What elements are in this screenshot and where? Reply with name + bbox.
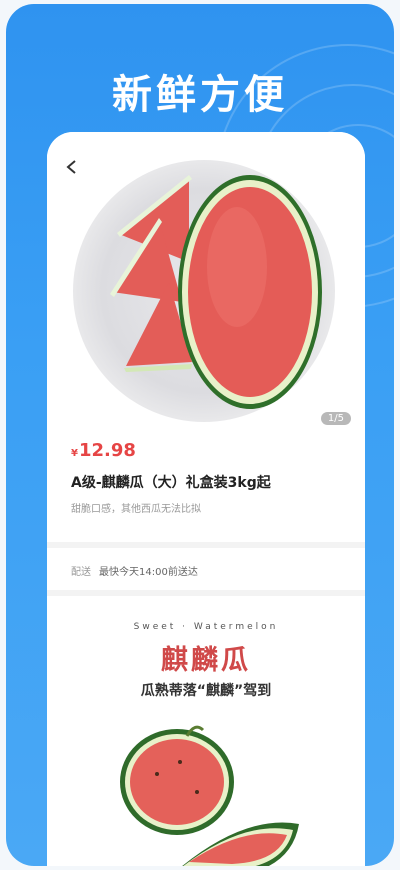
- product-image[interactable]: 1/5: [47, 132, 365, 432]
- watermelon-illustration: [120, 725, 299, 866]
- banner-subtitle: Sweet · Watermelon: [133, 622, 279, 632]
- delivery-label: 配送: [71, 567, 91, 578]
- phone-screen: 1/5 ¥12.98 A级-麒麟瓜（大）礼盒装3kg起 甜脆口感，其他西瓜无法比…: [47, 132, 365, 866]
- hero-title: 新鲜方便: [112, 72, 288, 118]
- delivery-info[interactable]: 配送 最快今天14:00前送达: [71, 563, 198, 578]
- banner-tagline: 瓜熟蒂落“麒麟”驾到: [140, 683, 272, 699]
- banner-title: 麒麟瓜: [161, 645, 251, 676]
- product-subtitle: 甜脆口感，其他西瓜无法比拟: [71, 504, 201, 515]
- image-counter: 1/5: [320, 412, 351, 425]
- price-value: 12.98: [78, 440, 136, 461]
- watermelon-image: [110, 175, 322, 409]
- currency-symbol: ¥: [71, 448, 78, 459]
- app-frame: 新鲜方便 1/5 ¥12.98 A级-麒麟瓜（大）礼盒装3kg起 甜脆口感，其他…: [6, 4, 394, 866]
- product-title: A级-麒麟瓜（大）礼盒装3kg起: [71, 475, 271, 491]
- divider: [47, 590, 365, 596]
- back-arrow-icon[interactable]: [65, 160, 79, 174]
- divider: [47, 542, 365, 548]
- delivery-time: 最快今天14:00前送达: [99, 567, 198, 578]
- product-price: ¥12.98: [71, 440, 136, 461]
